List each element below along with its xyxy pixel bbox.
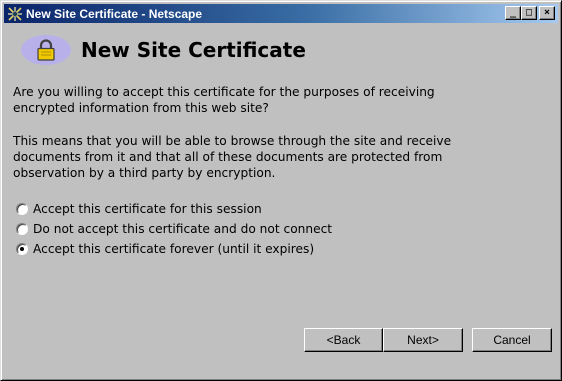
certificate-options: Accept this certificate for this session… [16,199,332,259]
radio-reject[interactable] [16,223,28,235]
option-accept-forever[interactable]: Accept this certificate forever (until i… [16,239,332,259]
close-button[interactable]: × [539,6,555,20]
dialog-header: New Site Certificate [21,35,306,65]
radio-accept-session[interactable] [16,203,28,215]
dialog-window: New Site Certificate - Netscape _ □ × Ne… [0,0,562,381]
question-text: Are you willing to accept this certifica… [13,85,435,115]
option-label: Do not accept this certificate and do no… [33,222,333,236]
netscape-icon [7,6,23,22]
title-bar[interactable]: New Site Certificate - Netscape _ □ × [4,4,558,23]
lock-icon [21,35,71,65]
minimize-button[interactable]: _ [505,6,521,20]
window-controls: _ □ × [505,6,555,20]
back-button[interactable]: <Back [304,328,383,352]
explanation-text: This means that you will be able to brow… [13,134,452,180]
window-title: New Site Certificate - Netscape [26,6,203,21]
next-button[interactable]: Next> [383,328,463,352]
option-label: Accept this certificate forever (until i… [33,242,315,256]
option-accept-session[interactable]: Accept this certificate for this session [16,199,332,219]
cancel-button[interactable]: Cancel [472,328,552,352]
button-bar: <Back Next> Cancel [304,328,552,352]
radio-accept-forever[interactable] [16,243,28,255]
maximize-button[interactable]: □ [521,6,537,20]
option-label: Accept this certificate for this session [33,202,262,216]
option-reject[interactable]: Do not accept this certificate and do no… [16,219,332,239]
page-title: New Site Certificate [81,38,306,62]
